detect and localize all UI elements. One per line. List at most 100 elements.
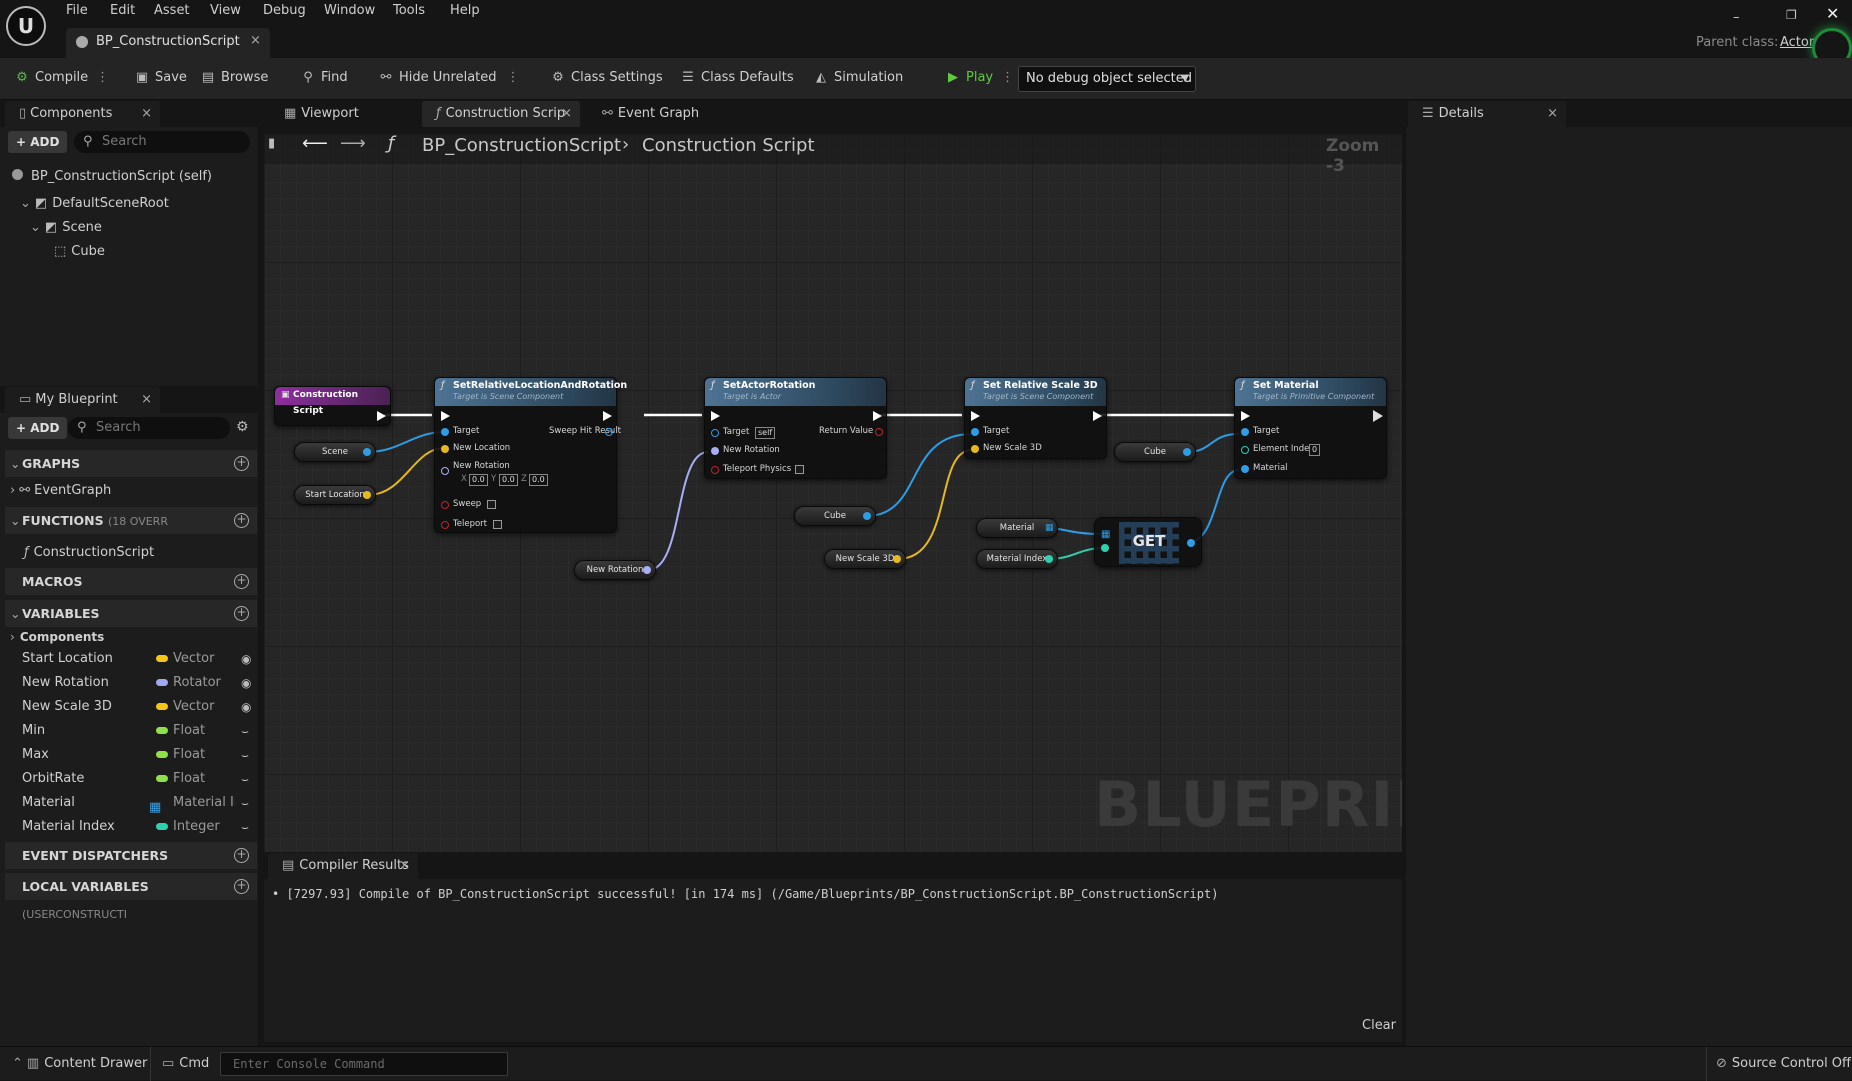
variable-row[interactable]: OrbitRate Float ⌣: [5, 767, 257, 791]
new-rotation-pin[interactable]: [711, 447, 719, 455]
exec-out-pin[interactable]: [603, 411, 612, 421]
sweep-pin[interactable]: [441, 501, 449, 509]
var-get-start-location[interactable]: Start Location: [294, 485, 376, 505]
exec-out-pin[interactable]: [873, 411, 882, 421]
compiler-results-tab[interactable]: ▤ Compiler Results ×: [268, 853, 418, 879]
close-icon[interactable]: ×: [141, 101, 152, 127]
unreal-logo[interactable]: U: [6, 6, 46, 46]
new-scale-pin[interactable]: [971, 445, 979, 453]
variable-row[interactable]: Material▦Material In⌣: [5, 791, 257, 815]
close-icon[interactable]: ×: [141, 387, 152, 413]
class-settings-button[interactable]: ⚙ Class Settings: [550, 70, 662, 85]
return-value-pin[interactable]: [875, 428, 883, 436]
menu-view[interactable]: View: [210, 3, 241, 18]
parent-class-link[interactable]: Actor: [1780, 35, 1814, 50]
var-get-scene[interactable]: Scene: [294, 442, 376, 462]
index-input-pin[interactable]: [1101, 544, 1109, 552]
eye-icon[interactable]: ◉: [241, 671, 251, 695]
variable-row[interactable]: Start Location Vector ◉: [5, 647, 257, 671]
menu-help[interactable]: Help: [450, 3, 480, 18]
new-location-pin[interactable]: [441, 445, 449, 453]
exec-out-pin[interactable]: [377, 411, 386, 421]
hide-unrelated-button[interactable]: ⚯ Hide Unrelated ⋮: [378, 70, 520, 85]
teleport-pin[interactable]: [711, 466, 719, 474]
node-set-actor-rotation[interactable]: ƒ SetActorRotation Target is Actor Target …: [704, 377, 887, 479]
section-event-dispatchers[interactable]: EVENT DISPATCHERS +: [5, 842, 257, 869]
section-macros[interactable]: MACROS +: [5, 568, 257, 595]
browse-button[interactable]: ▤ Browse: [200, 70, 269, 85]
my-blueprint-add-button[interactable]: + ADD: [8, 417, 68, 439]
element-index-value[interactable]: 0: [1309, 444, 1321, 456]
debug-object-dropdown[interactable]: No debug object selected ▼: [1018, 66, 1196, 92]
compile-button[interactable]: ⚙ Compile ⋮: [14, 70, 109, 85]
content-drawer-button[interactable]: ⌃ ▥ Content Drawer: [12, 1056, 147, 1071]
tab-event-graph[interactable]: ⚯ Event Graph: [588, 101, 708, 127]
z-value[interactable]: 0.0: [529, 474, 548, 486]
sweep-checkbox[interactable]: [487, 500, 496, 509]
variable-row[interactable]: Material Index Integer ⌣: [5, 815, 257, 839]
add-graph-icon[interactable]: +: [234, 456, 249, 471]
add-local-variable-icon[interactable]: +: [234, 879, 249, 894]
exec-in-pin[interactable]: [971, 411, 980, 421]
variable-row[interactable]: Min Float ⌣: [5, 719, 257, 743]
variable-row[interactable]: Max Float ⌣: [5, 743, 257, 767]
node-set-material[interactable]: ƒ Set Material Target is Primitive Compone…: [1234, 377, 1387, 479]
tab-construction-script[interactable]: ƒ Construction Scrip ×: [422, 101, 580, 127]
close-icon[interactable]: ×: [399, 853, 410, 879]
close-icon[interactable]: ×: [561, 101, 572, 127]
tree-item-default-scene-root[interactable]: ⌄ ◩ DefaultSceneRoot: [20, 196, 169, 211]
output-pin[interactable]: [1187, 539, 1195, 547]
exec-in-pin[interactable]: [711, 411, 720, 421]
tab-viewport[interactable]: ▦ Viewport: [270, 101, 400, 127]
menu-debug[interactable]: Debug: [263, 3, 306, 18]
exec-out-pin[interactable]: [1373, 410, 1383, 422]
function-item-construction-script[interactable]: ƒ ConstructionScript: [24, 545, 154, 560]
x-value[interactable]: 0.0: [469, 474, 488, 486]
eye-icon[interactable]: ◉: [241, 647, 251, 671]
class-defaults-button[interactable]: ☰ Class Defaults: [680, 70, 793, 85]
my-blueprint-tab[interactable]: ▭ My Blueprint ×: [5, 387, 160, 413]
back-arrow-icon[interactable]: ⟵: [302, 133, 328, 154]
cmd-dropdown[interactable]: ▭ Cmd: [162, 1056, 209, 1071]
menu-edit[interactable]: Edit: [110, 3, 135, 18]
add-dispatcher-icon[interactable]: +: [234, 848, 249, 863]
eye-closed-icon[interactable]: ⌣: [241, 767, 249, 791]
variable-row[interactable]: New Rotation Rotator ◉: [5, 671, 257, 695]
var-get-new-scale-3d[interactable]: New Scale 3D: [824, 549, 906, 569]
clear-button[interactable]: Clear: [1362, 1018, 1396, 1033]
new-rotation-pin[interactable]: [441, 467, 449, 475]
tree-item-cube[interactable]: ⬚ Cube: [54, 244, 105, 259]
close-window-icon[interactable]: ✕: [1826, 4, 1839, 23]
material-pin[interactable]: [1241, 465, 1249, 473]
node-set-relative-location-and-rotation[interactable]: ƒ SetRelativeLocationAndRotation Target is…: [434, 377, 627, 533]
source-control-button[interactable]: ⊘ Source Control Off: [1716, 1056, 1851, 1071]
menu-window[interactable]: Window: [324, 3, 375, 18]
element-index-pin[interactable]: [1241, 446, 1249, 454]
teleport-checkbox[interactable]: [493, 520, 502, 529]
target-pin[interactable]: [711, 429, 719, 437]
y-value[interactable]: 0.0: [499, 474, 518, 486]
gear-icon[interactable]: ⚙: [236, 419, 249, 435]
exec-in-pin[interactable]: [441, 411, 450, 421]
eye-closed-icon[interactable]: ⌣: [241, 719, 249, 743]
close-icon[interactable]: ×: [250, 33, 261, 48]
eye-icon[interactable]: ◉: [241, 695, 251, 719]
graph-item-event-graph[interactable]: › ⚯ EventGraph: [10, 483, 111, 498]
graph-canvas[interactable]: BLUEPRINT ▣Construction Script ƒ SetRelat…: [264, 134, 1402, 852]
target-pin[interactable]: [1241, 428, 1249, 436]
sweep-hit-pin[interactable]: [605, 428, 613, 436]
minimize-icon[interactable]: –: [1733, 10, 1740, 25]
variable-row[interactable]: New Scale 3D Vector ◉: [5, 695, 257, 719]
section-graphs[interactable]: ⌄ GRAPHS +: [5, 450, 257, 477]
tree-item-self[interactable]: BP_ConstructionScript (self): [12, 169, 212, 184]
my-blueprint-search-input[interactable]: ⚲ Search: [68, 417, 230, 439]
details-tab[interactable]: ☰ Details ×: [1408, 101, 1566, 127]
save-button[interactable]: ▣ Save: [134, 70, 187, 85]
components-tab[interactable]: ▯ Components ×: [5, 101, 160, 127]
teleport-checkbox[interactable]: [795, 465, 804, 474]
section-local-variables[interactable]: LOCAL VARIABLES (USERCONSTRUCTI +: [5, 873, 257, 921]
target-pin[interactable]: [971, 428, 979, 436]
section-functions[interactable]: ⌄ FUNCTIONS (18 OVERR +: [5, 507, 257, 534]
play-button[interactable]: ▶ Play ⋮: [945, 70, 1014, 85]
document-tab[interactable]: BP_ConstructionScript ×: [66, 28, 270, 58]
